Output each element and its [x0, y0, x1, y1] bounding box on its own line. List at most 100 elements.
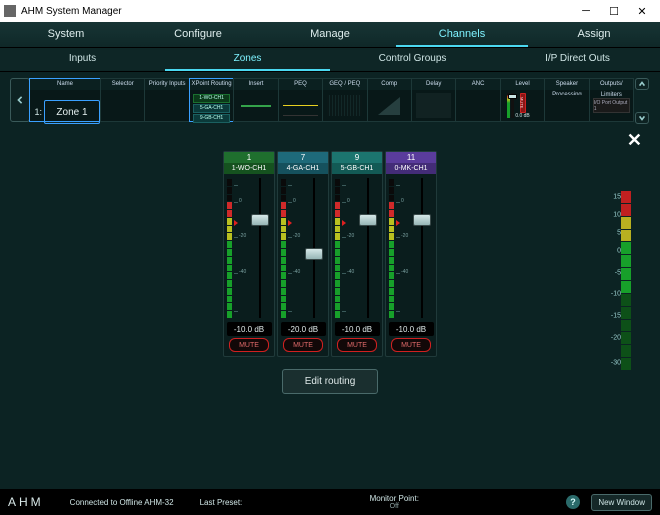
fader-scale-tick: -20 [239, 233, 246, 239]
fader-db-readout[interactable]: -20.0 dB [281, 322, 326, 336]
strip-cell-insert[interactable]: Insert [233, 78, 278, 122]
fader-number: 11 [386, 152, 436, 163]
strip-cell-header: ANC [456, 79, 499, 90]
window-minimize-button[interactable]: ─ [572, 1, 600, 21]
strip-cell-level[interactable]: LevelMUTE0.0 dB [500, 78, 545, 122]
level-fader-mini[interactable] [511, 93, 514, 118]
fader-scale-tick: -40 [401, 269, 408, 275]
fader-db-readout[interactable]: -10.0 dB [227, 322, 272, 336]
fader-scale: 0-20-40 [288, 178, 300, 318]
mute-mini-button[interactable]: MUTE [520, 93, 526, 113]
xpoint-route-line: 5-GA-CH1 [193, 104, 229, 113]
fader-channel-name[interactable]: 1-WO-CH1 [224, 163, 274, 174]
status-bar: AHM Connected to Offline AHM-32 Last Pre… [0, 489, 660, 515]
sub-tab-inputs[interactable]: Inputs [0, 48, 165, 71]
fader-channel-name[interactable]: 0-MK-CH1 [386, 163, 436, 174]
channel-fader-11: 110-MK-CH10-20-40-10.0 dBMUTE [385, 151, 437, 357]
strip-up-button[interactable] [635, 78, 649, 90]
fader-meter [335, 178, 340, 318]
fader-meter [227, 178, 232, 318]
top-tab-manage[interactable]: Manage [264, 22, 396, 47]
sub-tab-zones[interactable]: Zones [165, 48, 330, 71]
fader-mute-button[interactable]: MUTE [337, 338, 377, 352]
fader-track[interactable] [259, 178, 261, 318]
monitor-point-label: Monitor Point: [370, 494, 419, 503]
main-meter-label: 5 [617, 230, 621, 237]
strip-cell-comp[interactable]: Comp [367, 78, 412, 122]
connection-status: Connected to Offline AHM-32 [70, 498, 174, 507]
close-panel-button[interactable]: ✕ [627, 130, 642, 150]
fader-meter [281, 178, 286, 318]
fader-meter [389, 178, 394, 318]
strip-prev-button[interactable] [10, 78, 30, 122]
fader-mute-button[interactable]: MUTE [229, 338, 269, 352]
fader-thumb[interactable] [413, 214, 431, 226]
sub-tab-control-groups[interactable]: Control Groups [330, 48, 495, 71]
strip-cell-xpoint-routing[interactable]: XPoint Routing1-WO-CH15-GA-CH19-GB-CH1 [189, 78, 234, 122]
strip-cell-delay[interactable]: Delay [411, 78, 456, 122]
delay-icon [416, 93, 451, 118]
fader-mute-button[interactable]: MUTE [283, 338, 323, 352]
zone-index: 1: [30, 107, 42, 117]
fader-mute-button[interactable]: MUTE [391, 338, 431, 352]
fader-pointer-icon [234, 220, 238, 226]
strip-cell-anc[interactable]: ANC [455, 78, 500, 122]
fader-track[interactable] [367, 178, 369, 318]
strip-cell-header: PEQ [279, 79, 322, 90]
strip-cell-header: Outputs/ Limiters [590, 79, 633, 90]
fader-thumb[interactable] [305, 248, 323, 260]
edit-routing-button[interactable]: Edit routing [282, 369, 379, 394]
strip-cell-selector[interactable]: Selector [100, 78, 145, 122]
fader-scale-tick: 0 [293, 198, 296, 204]
channel-fader-1: 11-WO-CH10-20-40-10.0 dBMUTE [223, 151, 275, 357]
fader-scale-tick: -20 [401, 233, 408, 239]
top-tab-channels[interactable]: Channels [396, 22, 528, 47]
help-button[interactable]: ? [566, 495, 580, 509]
fader-track[interactable] [421, 178, 423, 318]
fader-thumb[interactable] [251, 214, 269, 226]
sub-tab-i-p-direct-outs[interactable]: I/P Direct Outs [495, 48, 660, 71]
main-meter-label: -15 [611, 313, 621, 320]
zone-name-box[interactable]: Zone 1 [44, 100, 100, 124]
main-meter-label: 0 [617, 248, 621, 255]
strip-cell-header: Comp [368, 79, 411, 90]
window-close-button[interactable]: ✕ [628, 1, 656, 21]
strip-cell-header: Speaker Processing [545, 79, 588, 90]
sub-tab-bar: InputsZonesControl GroupsI/P Direct Outs [0, 48, 660, 72]
channel-strip-row: Name1:Zone 1SelectorPriority InputsXPoin… [10, 78, 650, 124]
top-tab-assign[interactable]: Assign [528, 22, 660, 47]
strip-cell-priority-inputs[interactable]: Priority Inputs [144, 78, 189, 122]
top-tab-configure[interactable]: Configure [132, 22, 264, 47]
comp-curve-icon [378, 97, 400, 115]
new-window-button[interactable]: New Window [591, 494, 652, 511]
fader-db-readout[interactable]: -10.0 dB [335, 322, 380, 336]
fader-thumb[interactable] [359, 214, 377, 226]
main-meter-label: -10 [611, 291, 621, 298]
strip-cell-header: GEQ / PEQ [323, 79, 366, 90]
fader-scale: 0-20-40 [396, 178, 408, 318]
insert-indicator [241, 105, 271, 107]
window-maximize-button[interactable]: ☐ [600, 1, 628, 21]
strip-cell-speaker-processing[interactable]: Speaker Processing [544, 78, 589, 122]
fader-channel-name[interactable]: 4-GA-CH1 [278, 163, 328, 174]
strip-cell-outputs-limiters[interactable]: Outputs/ Limiters I/O Port Output 1 [589, 78, 634, 122]
fader-scale-tick: -40 [293, 269, 300, 275]
output-limiter-box[interactable]: I/O Port Output 1 [593, 98, 630, 114]
strip-cell-geq-peq[interactable]: GEQ / PEQ [322, 78, 367, 122]
fader-scale-tick: -40 [347, 269, 354, 275]
fader-pointer-icon [396, 220, 400, 226]
channel-fader-7: 74-GA-CH10-20-40-20.0 dBMUTE [277, 151, 329, 357]
strip-cell-header: XPoint Routing [190, 79, 233, 90]
fader-channel-name[interactable]: 5-GB-CH1 [332, 163, 382, 174]
main-meter-label: -5 [615, 269, 621, 276]
app-icon [4, 5, 16, 17]
strip-cell-name[interactable]: Name1:Zone 1 [29, 78, 101, 122]
fader-number: 7 [278, 152, 328, 163]
fader-number: 9 [332, 152, 382, 163]
strip-down-button[interactable] [635, 112, 649, 124]
top-tab-system[interactable]: System [0, 22, 132, 47]
strip-cell-peq[interactable]: PEQ [278, 78, 323, 122]
fader-db-readout[interactable]: -10.0 dB [389, 322, 434, 336]
main-meter-label: 10 [613, 212, 621, 219]
fader-scale: 0-20-40 [234, 178, 246, 318]
